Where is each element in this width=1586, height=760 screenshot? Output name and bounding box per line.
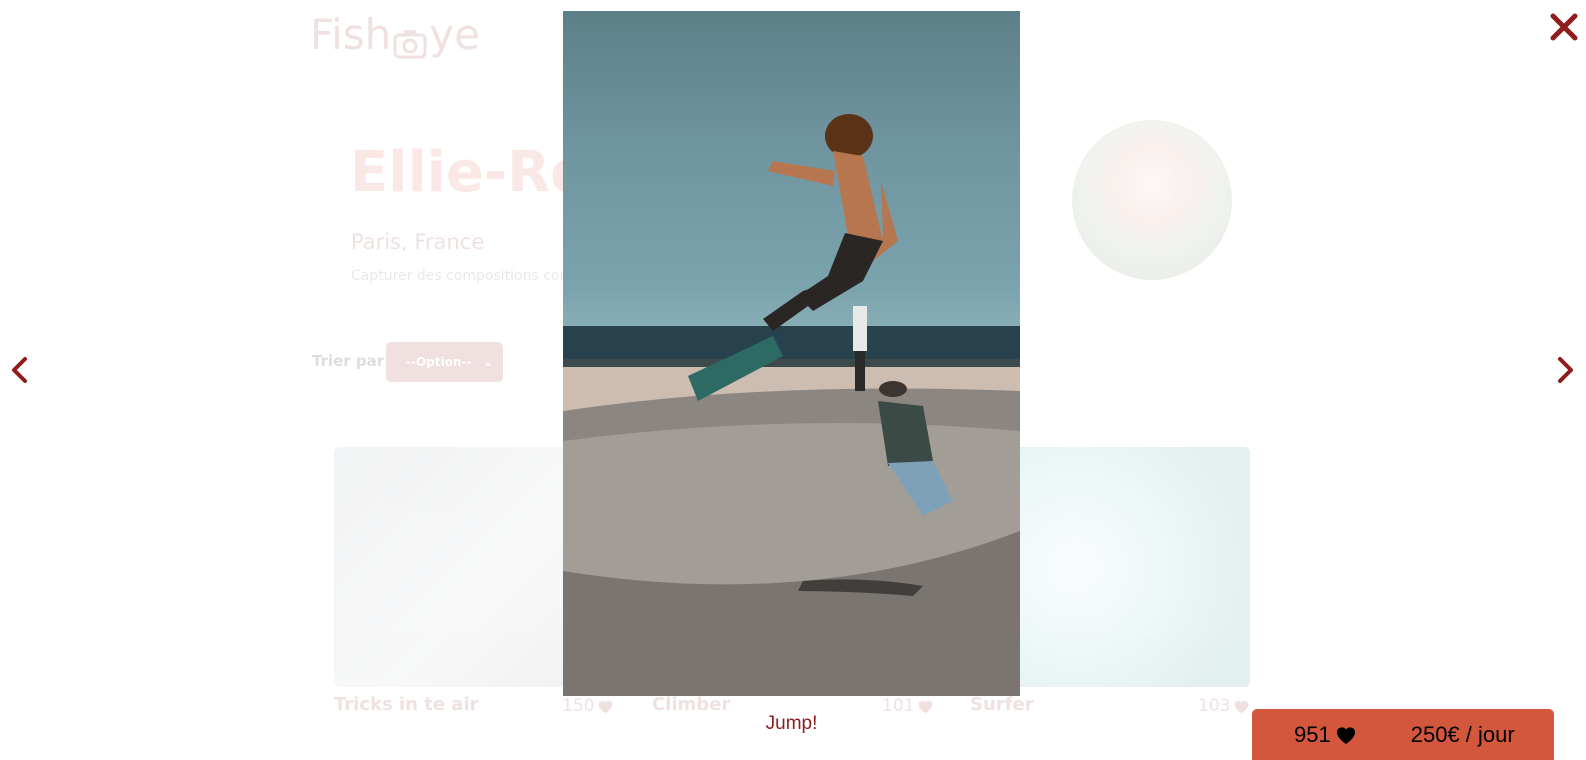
close-icon[interactable]: [1549, 12, 1579, 42]
camera-icon: [393, 20, 427, 58]
likes-count: 103: [1198, 696, 1231, 716]
chevron-right-icon[interactable]: [1553, 356, 1577, 384]
gallery-title-1: Tricks in te air: [334, 694, 479, 715]
total-likes-count: 951: [1294, 722, 1331, 747]
sort-select-value: --Option--: [406, 355, 472, 369]
stats-box: 951 250€ / jour: [1252, 709, 1554, 760]
daily-price: 250€ / jour: [1410, 722, 1515, 747]
sort-select[interactable]: --Option-- ⌄: [386, 342, 503, 382]
gallery-title-3: Surfer: [970, 694, 1034, 715]
gallery-thumb-3[interactable]: [980, 447, 1250, 687]
chevron-left-icon[interactable]: [8, 356, 32, 384]
photographer-location: Paris, France: [351, 230, 485, 254]
lightbox-title: Jump!: [765, 713, 818, 734]
lightbox-image: [563, 11, 1020, 696]
chevron-down-icon: ⌄: [482, 355, 493, 369]
heart-icon: [599, 700, 613, 713]
fisheye-logo[interactable]: Fish ye: [310, 10, 480, 59]
gallery-likes-3[interactable]: 103: [1198, 696, 1250, 716]
heart-icon: [1235, 700, 1249, 713]
photographer-tagline: Capturer des compositions comp: [351, 268, 582, 284]
photographer-avatar: [1072, 120, 1232, 280]
total-likes: 951: [1294, 722, 1357, 748]
gallery-title-2: Climber: [652, 694, 731, 715]
heart-icon: [919, 700, 933, 713]
logo-text-left: Fish: [310, 10, 392, 59]
heart-icon: [1336, 727, 1355, 745]
sort-label: Trier par: [312, 352, 385, 370]
logo-text-right: ye: [429, 10, 480, 59]
